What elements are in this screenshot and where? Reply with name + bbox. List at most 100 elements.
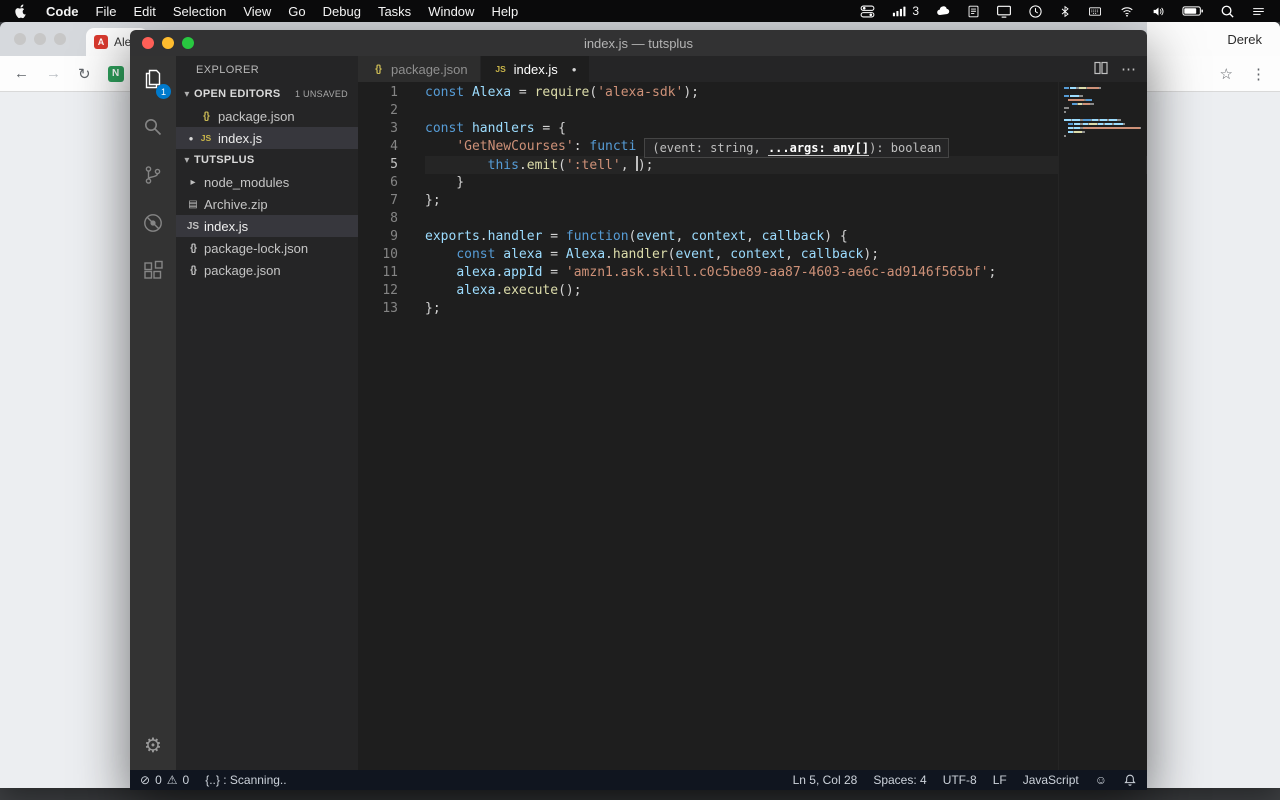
window-titlebar[interactable]: index.js — tutsplus [130, 30, 1147, 56]
scanning-status[interactable]: {..} : Scanning.. [205, 773, 286, 787]
document-icon[interactable] [967, 4, 980, 19]
file-name: Archive.zip [204, 196, 268, 212]
minimap-line [1064, 115, 1146, 117]
file-index.js[interactable]: JS index.js [176, 215, 358, 237]
back-icon[interactable]: ← [14, 65, 29, 82]
sidebar-title: EXPLORER [196, 64, 260, 76]
activity-debug[interactable] [130, 200, 176, 248]
spotlight-icon[interactable] [1220, 4, 1235, 19]
menu-item-debug[interactable]: Debug [323, 4, 361, 19]
problems-indicator[interactable]: ⊘ 0 ⚠ 0 [140, 773, 189, 787]
forward-icon[interactable]: → [46, 65, 61, 82]
menu-item-go[interactable]: Go [288, 4, 305, 19]
code-lines[interactable]: const Alexa = require('alexa-sdk'); const… [404, 82, 1147, 770]
open-editor-item[interactable]: {} package.json [176, 105, 358, 127]
menu-item-window[interactable]: Window [428, 4, 474, 19]
bookmark-star-icon[interactable]: ☆ [1220, 65, 1233, 83]
minimap[interactable] [1058, 82, 1146, 770]
cloud-icon[interactable] [935, 4, 951, 18]
cellular-icon[interactable] [891, 4, 907, 18]
code-line[interactable]: } [425, 174, 1147, 192]
zoom-button[interactable] [182, 37, 194, 49]
code-line[interactable] [425, 210, 1147, 228]
notifications-bell-icon[interactable] [1123, 773, 1137, 787]
line-number: 10 [382, 247, 398, 262]
activity-bar: 1 ⚙ [130, 56, 176, 770]
line-number: 11 [382, 265, 398, 280]
indentation-setting[interactable]: Spaces: 4 [873, 773, 926, 787]
code-token: = { [534, 121, 566, 136]
code-token: const [425, 121, 465, 136]
more-actions-icon[interactable]: ⋯ [1121, 60, 1137, 78]
activity-source-control[interactable] [130, 152, 176, 200]
reload-icon[interactable]: ↻ [78, 65, 91, 83]
cursor-position[interactable]: Ln 5, Col 28 [793, 773, 858, 787]
activity-extensions[interactable] [130, 248, 176, 296]
open-editor-item[interactable]: ● JS index.js [176, 127, 358, 149]
menu-item-file[interactable]: File [96, 4, 117, 19]
tab-label: package.json [391, 61, 468, 77]
menu-item-help[interactable]: Help [491, 4, 518, 19]
file-package-lock.json[interactable]: {} package-lock.json [176, 237, 358, 259]
menu-icon[interactable] [1251, 5, 1266, 18]
line-number: 3 [390, 121, 398, 136]
open-editors-header[interactable]: ▾ OPEN EDITORS 1 UNSAVED [176, 83, 358, 105]
close-button[interactable] [142, 37, 154, 49]
menu-item-selection[interactable]: Selection [173, 4, 226, 19]
wifi-icon[interactable] [1119, 5, 1135, 18]
code-token: require [534, 85, 590, 100]
file-package.json[interactable]: {} package.json [176, 259, 358, 281]
file-node_modules[interactable]: ▸ node_modules [176, 171, 358, 193]
code-line[interactable]: }; [425, 300, 1147, 318]
battery-icon[interactable] [1182, 5, 1204, 17]
split-editor-icon[interactable] [1093, 60, 1109, 79]
activity-search[interactable] [130, 104, 176, 152]
feedback-smiley-icon[interactable]: ☺ [1095, 773, 1107, 787]
traffic-lights [142, 37, 194, 49]
overflow-menu-icon[interactable]: ⋮ [1251, 65, 1266, 83]
menu-item-tasks[interactable]: Tasks [378, 4, 411, 19]
tab-index.js[interactable]: JS index.js ● [480, 56, 590, 82]
control-center-icon[interactable] [860, 4, 875, 19]
js-file-icon: JS [200, 133, 212, 143]
folder-section-header[interactable]: ▾ TUTSPLUS [176, 149, 358, 171]
code-line[interactable]: }; [425, 192, 1147, 210]
browser-minimize-button[interactable] [34, 33, 46, 45]
minimap-line [1064, 91, 1146, 93]
code-line[interactable]: 'GetNewCourses': functi (event: string, .… [425, 138, 1147, 158]
encoding-setting[interactable]: UTF-8 [943, 773, 977, 787]
code-line[interactable]: alexa.execute(); [425, 282, 1147, 300]
json-file-icon: {} [190, 264, 197, 276]
apple-menu-icon[interactable] [14, 3, 27, 19]
clock-icon[interactable] [1028, 4, 1043, 19]
menu-item-view[interactable]: View [243, 4, 271, 19]
display-icon[interactable] [996, 4, 1012, 19]
code-line[interactable]: const handlers = { [425, 120, 1147, 138]
language-mode[interactable]: JavaScript [1023, 773, 1079, 787]
code-line[interactable]: alexa.appId = 'amzn1.ask.skill.c0c5be89-… [425, 264, 1147, 282]
site-badge[interactable]: N [107, 65, 124, 82]
code-line[interactable]: const alexa = Alexa.handler(event, conte… [425, 246, 1147, 264]
tab-package.json[interactable]: {} package.json [358, 56, 481, 82]
activity-explorer[interactable]: 1 [130, 56, 176, 104]
code-token: ); [637, 158, 654, 173]
bluetooth-icon[interactable] [1059, 4, 1071, 19]
code-token: callback [800, 247, 864, 262]
browser-profile-name[interactable]: Derek [1147, 22, 1280, 56]
browser-zoom-button[interactable] [54, 33, 66, 45]
minimize-button[interactable] [162, 37, 174, 49]
file-Archive.zip[interactable]: ▤ Archive.zip [176, 193, 358, 215]
code-line[interactable]: exports.handler = function(event, contex… [425, 228, 1147, 246]
volume-icon[interactable] [1151, 5, 1166, 18]
code-line[interactable]: this.emit(':tell', ); [425, 156, 1147, 174]
eol-setting[interactable]: LF [993, 773, 1007, 787]
menu-app-name[interactable]: Code [46, 4, 79, 19]
code-line[interactable] [425, 102, 1147, 120]
browser-close-button[interactable] [14, 33, 26, 45]
settings-gear-icon[interactable]: ⚙ [144, 733, 162, 758]
editor-group: {} package.json JS index.js ● ⋯ 1 2 3 4 5 6 7 8 9 10 1… [358, 56, 1147, 770]
menu-item-edit[interactable]: Edit [133, 4, 155, 19]
keyboard-icon[interactable] [1087, 5, 1103, 18]
code-line[interactable]: const Alexa = require('alexa-sdk'); [425, 84, 1147, 102]
code-token: ':tell' [565, 158, 621, 173]
